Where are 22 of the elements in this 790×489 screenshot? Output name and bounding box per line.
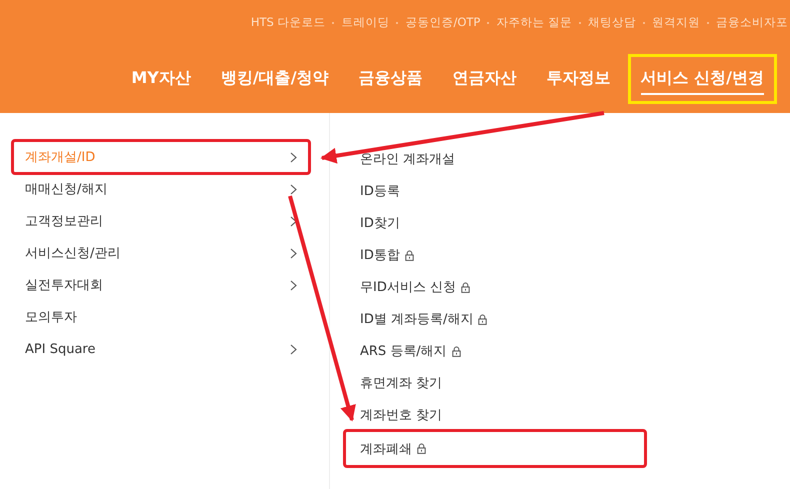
submenu-item[interactable]: ID통합 [345,239,645,271]
submenu-item[interactable]: ID등록 [345,175,645,207]
submenu-item[interactable]: 무ID서비스 신청 [345,271,645,303]
menu-item[interactable]: 모의투자 [13,301,309,333]
separator-dot [396,22,398,24]
menu-item[interactable]: API Square [13,333,309,365]
separator-dot [643,22,645,24]
separator-dot [332,22,334,24]
submenu-item[interactable]: 계좌폐쇄 [345,431,645,466]
submenu-item[interactable]: ID찾기 [345,207,645,239]
submenu-item[interactable]: 계좌번호 찾기 [345,399,645,431]
submenu-item[interactable]: 온라인 계좌개설 [345,143,645,175]
menu-item[interactable]: 서비스신청/관리 [13,237,309,269]
menu-item[interactable]: 실전투자대회 [13,269,309,301]
submenu-item[interactable]: 휴면계좌 찾기 [345,367,645,399]
menu-item[interactable]: 고객정보관리 [13,205,309,237]
separator-dot [487,22,490,24]
submenu-item[interactable]: ID별 계좌등록/해지 [345,303,645,335]
menu-item[interactable]: 매매신청/해지 [13,173,309,205]
separator-dot [579,22,581,24]
separator-dot [707,22,709,24]
submenu-item[interactable]: ARS 등록/해지 [345,335,645,367]
